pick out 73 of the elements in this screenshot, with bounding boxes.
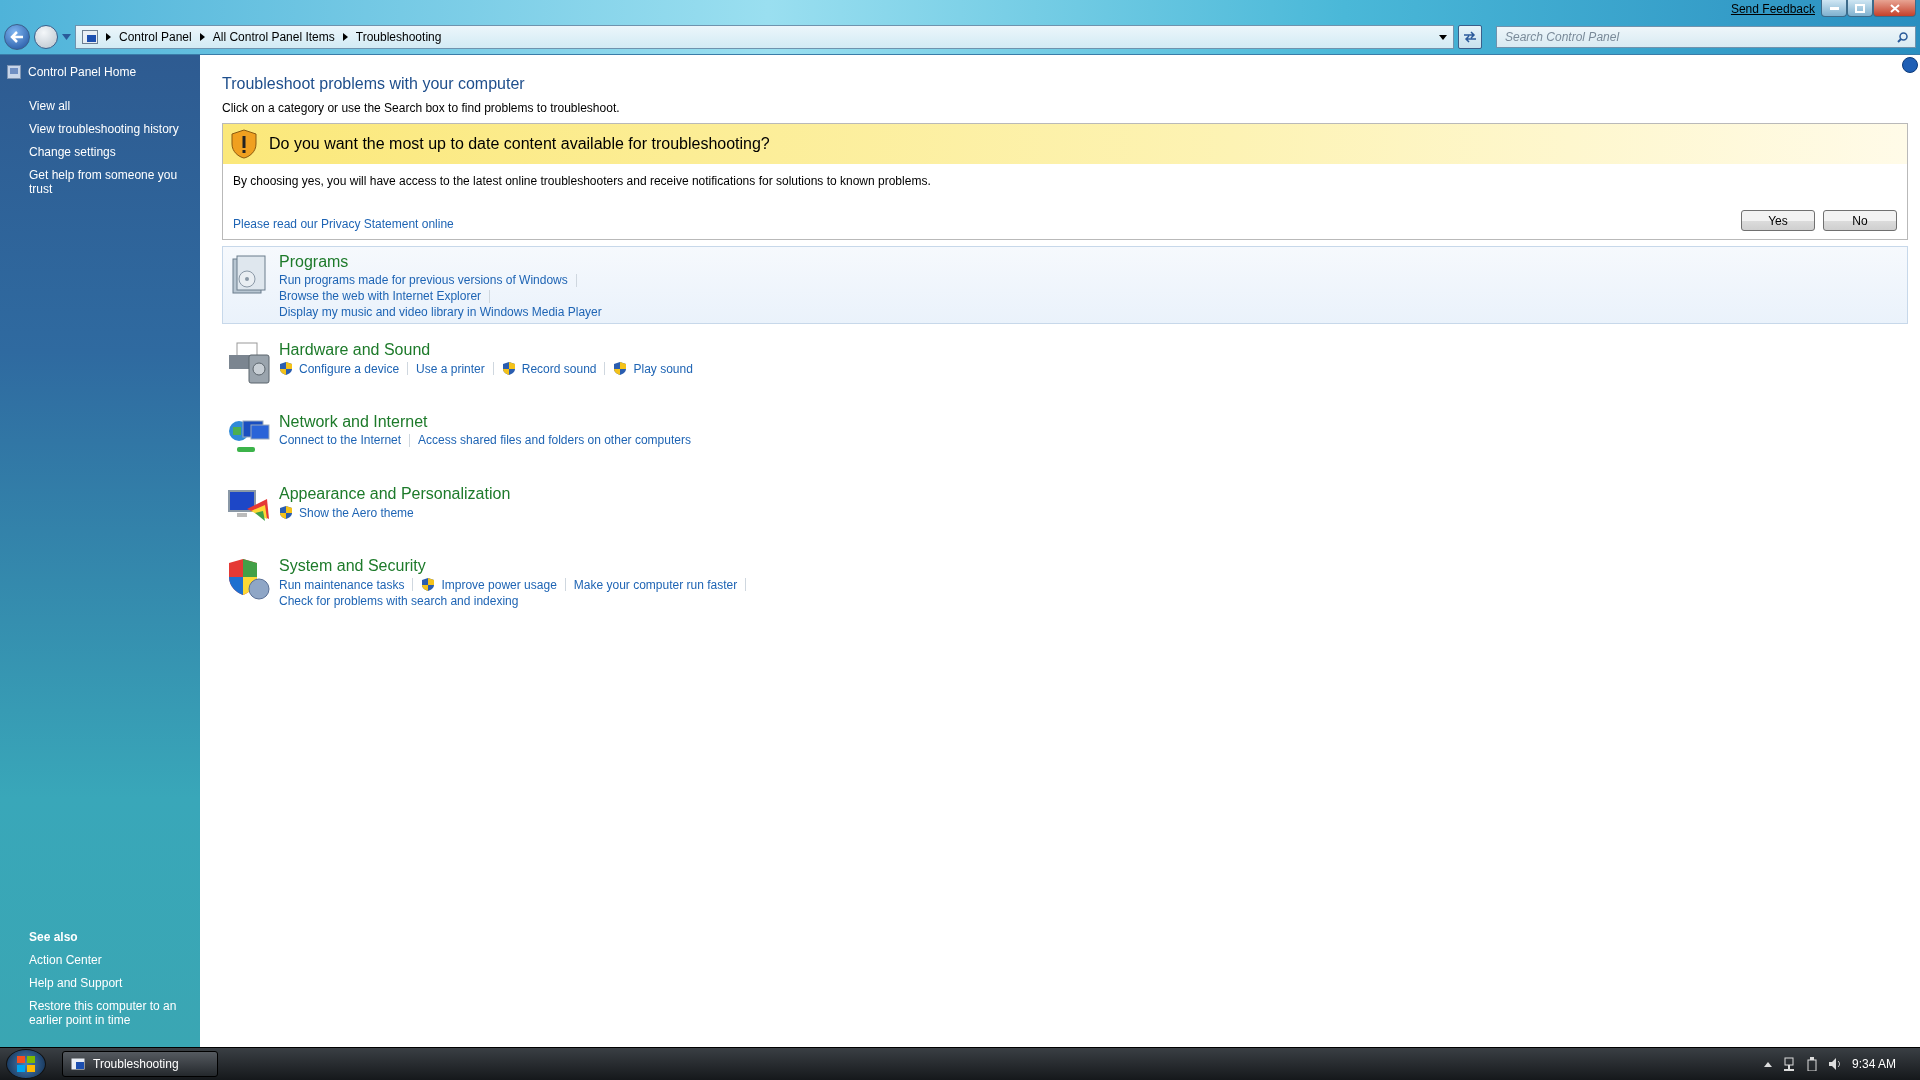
shield-icon	[421, 577, 436, 592]
shield-icon	[279, 505, 293, 520]
refresh-button[interactable]	[1458, 25, 1482, 49]
sidebar-link[interactable]: View troubleshooting history	[0, 122, 200, 136]
close-icon	[1889, 3, 1900, 13]
troubleshooter-link[interactable]: Improve power usage	[421, 577, 557, 592]
sidebar-link[interactable]: View all	[0, 99, 200, 113]
back-arrow-icon	[10, 31, 24, 43]
banner-question: Do you want the most up to date content available for troubleshooting?	[269, 135, 770, 153]
close-button[interactable]	[1873, 0, 1916, 17]
minimize-button[interactable]	[1821, 0, 1847, 17]
control-panel-home-link[interactable]: Control Panel Home	[28, 65, 137, 79]
dropdown-icon[interactable]	[1439, 34, 1447, 40]
category-title[interactable]: Network and Internet	[279, 413, 428, 431]
troubleshooter-link[interactable]: Play sound	[613, 361, 693, 376]
breadcrumb[interactable]: Troubleshooting	[355, 30, 442, 44]
page-subtitle: Click on a category or use the Search box to find problems to troubleshoot.	[222, 101, 621, 115]
yes-button[interactable]: Yes	[1741, 210, 1815, 231]
category-title[interactable]: Hardware and Sound	[279, 341, 431, 359]
sidebar-link[interactable]: Get help from someone you trust	[0, 168, 200, 196]
troubleshooter-link[interactable]: Connect to the Internet	[279, 433, 402, 447]
taskbar-window-button[interactable]: Troubleshooting	[62, 1051, 218, 1077]
troubleshooter-link[interactable]: Display my music and video library in Windows Media Player	[279, 305, 602, 319]
troubleshooter-link[interactable]: Check for problems with search and indexing	[279, 594, 519, 608]
breadcrumb[interactable]: Control Panel	[119, 30, 192, 44]
control-panel-icon	[71, 1058, 85, 1070]
shield-icon	[613, 361, 628, 376]
address-bar[interactable]: Control Panel All Control Panel Items Troubleshooting	[75, 25, 1454, 49]
start-button[interactable]	[6, 1049, 46, 1079]
shield-icon	[227, 557, 271, 601]
control-panel-icon	[82, 30, 98, 44]
volume-icon[interactable]	[1827, 1057, 1842, 1071]
refresh-icon	[1463, 31, 1477, 43]
back-button[interactable]	[4, 24, 30, 50]
see-also-heading: See also	[28, 930, 79, 944]
breadcrumb[interactable]: All Control Panel Items	[212, 30, 335, 44]
clock[interactable]: 9:34 AM	[1851, 1057, 1896, 1071]
network-icon[interactable]	[1781, 1057, 1796, 1071]
troubleshooter-link[interactable]: Access shared files and folders on other computers	[418, 433, 691, 447]
troubleshooter-link[interactable]: Configure a device	[279, 361, 400, 376]
privacy-statement-link[interactable]: Please read our Privacy Statement online	[233, 217, 454, 231]
power-icon[interactable]	[1805, 1057, 1818, 1071]
chevron-icon[interactable]	[199, 33, 205, 41]
page-title: Troubleshoot problems with your computer	[222, 75, 526, 93]
search-field[interactable]: Search Control Panel	[1496, 26, 1916, 48]
windows-logo-icon	[16, 1055, 36, 1073]
category-title[interactable]: System and Security	[279, 557, 426, 575]
troubleshooter-link[interactable]: Make your computer run faster	[573, 577, 738, 592]
banner-description: By choosing yes, you will have access to the latest online troubleshooters and receive notifications for solutions to known problems.	[233, 174, 932, 188]
troubleshooter-link[interactable]: Browse the web with Internet Explorer	[279, 289, 482, 303]
minimize-icon	[1829, 6, 1839, 10]
shield-icon	[279, 361, 293, 376]
control-panel-icon	[7, 65, 21, 79]
shield-icon	[501, 361, 516, 376]
tray-expand-icon[interactable]	[1763, 1061, 1772, 1067]
troubleshooter-link[interactable]: Run programs made for previous versions of Windows	[279, 273, 568, 287]
printer-icon	[227, 341, 271, 385]
restore-icon	[1855, 3, 1865, 13]
forward-button[interactable]	[34, 25, 58, 49]
troubleshooter-link[interactable]: Run maintenance tasks	[279, 577, 405, 592]
search-icon	[1897, 32, 1908, 43]
maximize-button[interactable]	[1847, 0, 1873, 17]
chevron-icon[interactable]	[342, 33, 348, 41]
chevron-icon[interactable]	[106, 33, 111, 41]
troubleshooter-link[interactable]: Use a printer	[416, 361, 485, 376]
send-feedback-link[interactable]: Send Feedback	[1730, 2, 1815, 16]
no-button[interactable]: No	[1823, 210, 1897, 231]
sidebar-link[interactable]: Change settings	[0, 145, 200, 159]
troubleshooter-link[interactable]: Record sound	[501, 361, 597, 376]
troubleshooter-link[interactable]: Show the Aero theme	[279, 505, 414, 520]
category-title[interactable]: Programs	[279, 253, 349, 271]
category-title[interactable]: Appearance and Personalization	[279, 485, 511, 503]
warning-shield-icon	[231, 129, 257, 159]
